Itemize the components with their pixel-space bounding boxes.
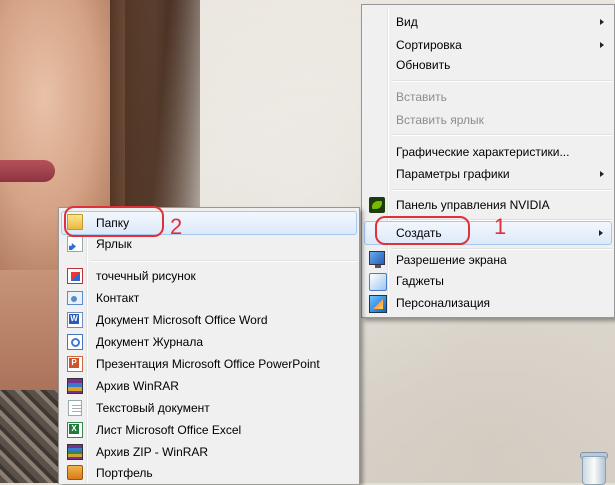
submenu-item-label: Лист Microsoft Office Excel — [96, 423, 242, 437]
submenu-item-label: Контакт — [96, 291, 140, 305]
menu-item-label: Панель управления NVIDIA — [396, 198, 550, 212]
portrait-lips — [0, 160, 55, 182]
menu-item-label: Разрешение экрана — [396, 253, 507, 267]
recycle-bin-body — [582, 456, 606, 485]
bitmap-icon — [67, 268, 83, 284]
excel-icon — [67, 422, 83, 438]
personalization-icon — [369, 295, 387, 313]
menu-separator — [392, 80, 612, 82]
submenu-item-winrar[interactable]: Архив WinRAR — [61, 375, 357, 397]
submenu-arrow-icon — [600, 19, 604, 25]
nvidia-icon — [369, 197, 385, 213]
desktop-context-menu: Вид Сортировка Обновить Вставить Вставит… — [361, 4, 615, 318]
annotation-oval-create — [375, 216, 470, 245]
submenu-item-label: Документ Microsoft Office Word — [96, 313, 268, 327]
submenu-arrow-icon — [600, 171, 604, 177]
submenu-item-zip[interactable]: Архив ZIP - WinRAR — [61, 441, 357, 463]
menu-item-label: Графические характеристики... — [396, 145, 570, 159]
winrar-icon — [67, 378, 83, 394]
menu-item-gadgets[interactable]: Гаджеты — [364, 270, 612, 292]
annotation-oval-folder — [64, 206, 164, 237]
annotation-step-2: 2 — [170, 214, 183, 239]
submenu-item-text-document[interactable]: Текстовый документ — [61, 397, 357, 419]
submenu-item-label: Документ Журнала — [96, 335, 204, 349]
monitor-icon — [369, 251, 385, 268]
menu-item-personalization[interactable]: Персонализация — [364, 292, 612, 314]
menu-item-label: Параметры графики — [396, 167, 510, 181]
submenu-item-label: точечный рисунок — [96, 269, 196, 283]
submenu-item-powerpoint[interactable]: Презентация Microsoft Office PowerPoint — [61, 353, 357, 375]
submenu-item-excel[interactable]: Лист Microsoft Office Excel — [61, 419, 357, 441]
word-icon — [67, 312, 83, 328]
submenu-item-label: Архив WinRAR — [96, 379, 179, 393]
submenu-item-contact[interactable]: Контакт — [61, 287, 357, 309]
submenu-arrow-icon — [599, 230, 603, 236]
menu-item-label: Вставить — [396, 90, 447, 104]
contact-icon — [67, 291, 83, 305]
menu-item-paste-shortcut[interactable]: Вставить ярлык — [364, 109, 612, 131]
menu-item-graphics-options[interactable]: Параметры графики — [364, 163, 612, 185]
powerpoint-icon — [67, 356, 83, 372]
submenu-item-briefcase[interactable]: Портфель — [61, 462, 357, 484]
menu-item-label: Вид — [396, 15, 418, 29]
shortcut-icon — [67, 236, 83, 252]
menu-item-label: Обновить — [396, 58, 451, 72]
menu-item-label: Гаджеты — [396, 274, 444, 288]
submenu-arrow-icon — [600, 42, 604, 48]
submenu-item-label: Презентация Microsoft Office PowerPoint — [96, 357, 320, 371]
zip-icon — [67, 444, 83, 460]
briefcase-icon — [67, 465, 83, 480]
menu-item-view[interactable]: Вид — [364, 11, 612, 33]
recycle-bin-icon[interactable] — [578, 448, 608, 485]
create-submenu: Папку Ярлык точечный рисунок Контакт Док… — [58, 207, 360, 484]
menu-item-sort[interactable]: Сортировка — [364, 34, 612, 56]
text-document-icon — [68, 400, 82, 416]
gadgets-icon — [369, 273, 387, 291]
journal-icon — [67, 334, 83, 350]
submenu-item-label: Портфель — [96, 466, 153, 480]
submenu-item-journal[interactable]: Документ Журнала — [61, 331, 357, 353]
menu-item-graphics-properties[interactable]: Графические характеристики... — [364, 141, 612, 163]
menu-separator — [91, 260, 357, 262]
submenu-item-word[interactable]: Документ Microsoft Office Word — [61, 309, 357, 331]
submenu-item-label: Архив ZIP - WinRAR — [96, 445, 209, 459]
menu-item-label: Персонализация — [396, 296, 491, 310]
menu-item-nvidia-panel[interactable]: Панель управления NVIDIA — [364, 194, 612, 216]
menu-separator — [392, 134, 612, 136]
menu-item-label: Вставить ярлык — [396, 113, 484, 127]
portrait-neck — [0, 270, 60, 400]
menu-item-paste[interactable]: Вставить — [364, 86, 612, 108]
annotation-step-1: 1 — [494, 214, 507, 239]
menu-item-refresh[interactable]: Обновить — [364, 54, 612, 76]
submenu-item-label: Текстовый документ — [96, 401, 210, 415]
menu-item-screen-resolution[interactable]: Разрешение экрана — [364, 249, 612, 271]
menu-item-label: Сортировка — [396, 38, 462, 52]
submenu-item-bitmap[interactable]: точечный рисунок — [61, 265, 357, 287]
menu-separator — [392, 189, 612, 191]
